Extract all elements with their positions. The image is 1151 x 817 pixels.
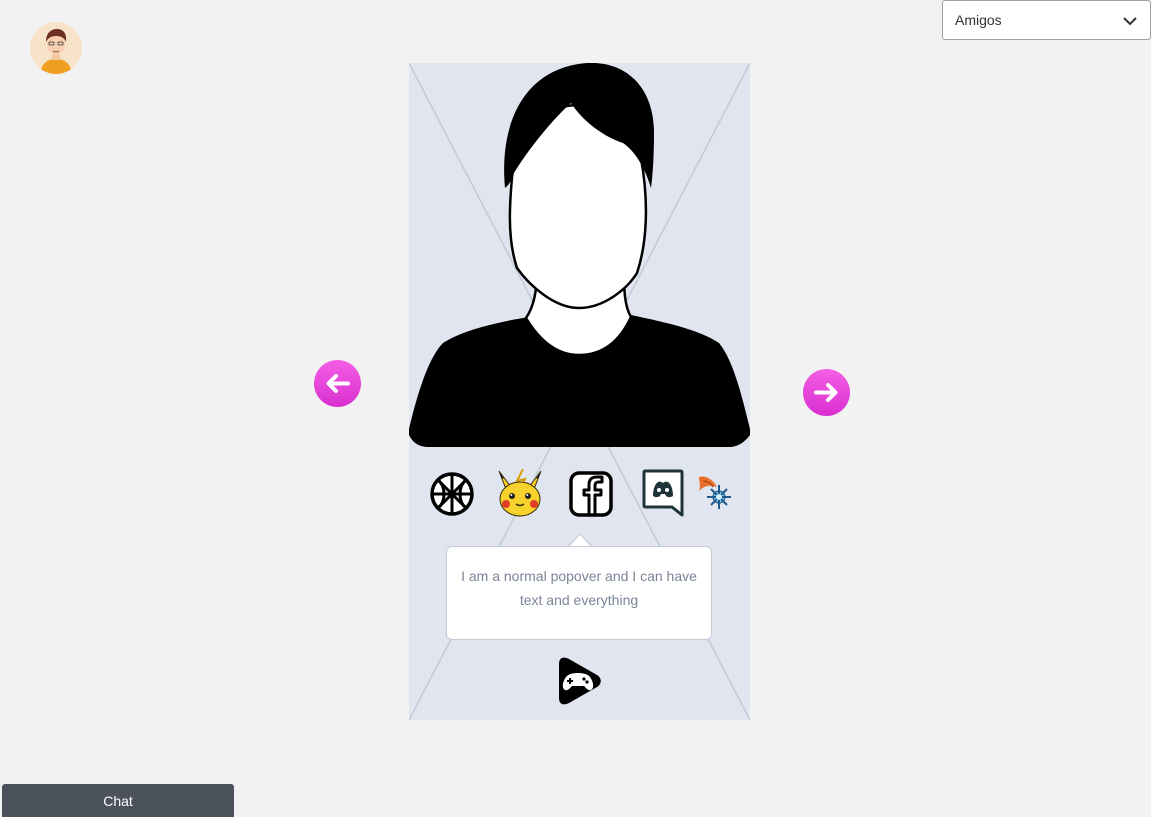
next-profile-button[interactable] [803,369,850,416]
page: Amigos I am a normal popover and I can h… [0,0,1151,817]
arrow-left-icon [314,360,361,407]
user-avatar-icon [30,22,82,74]
basketball-icon[interactable] [430,472,474,516]
previous-profile-button[interactable] [314,360,361,407]
pokemon-icon[interactable] [695,471,735,515]
interests-row [409,467,750,519]
pikachu-icon[interactable] [495,469,545,517]
profile-card: I am a normal popover and I can have tex… [409,63,750,720]
discord-icon[interactable] [642,469,684,517]
gamepad-icon[interactable] [557,656,601,706]
friends-filter-select[interactable]: Amigos [942,0,1151,40]
select-value: Amigos [955,12,1002,28]
chat-label: Chat [103,793,133,809]
info-popover: I am a normal popover and I can have tex… [446,546,712,640]
profile-silhouette [409,63,750,447]
user-avatar[interactable] [30,22,82,74]
chevron-down-icon [1123,17,1137,26]
arrow-right-icon [803,369,850,416]
popover-text: I am a normal popover and I can have tex… [461,568,697,608]
facebook-icon[interactable] [569,471,613,517]
chat-button[interactable]: Chat [2,784,234,817]
